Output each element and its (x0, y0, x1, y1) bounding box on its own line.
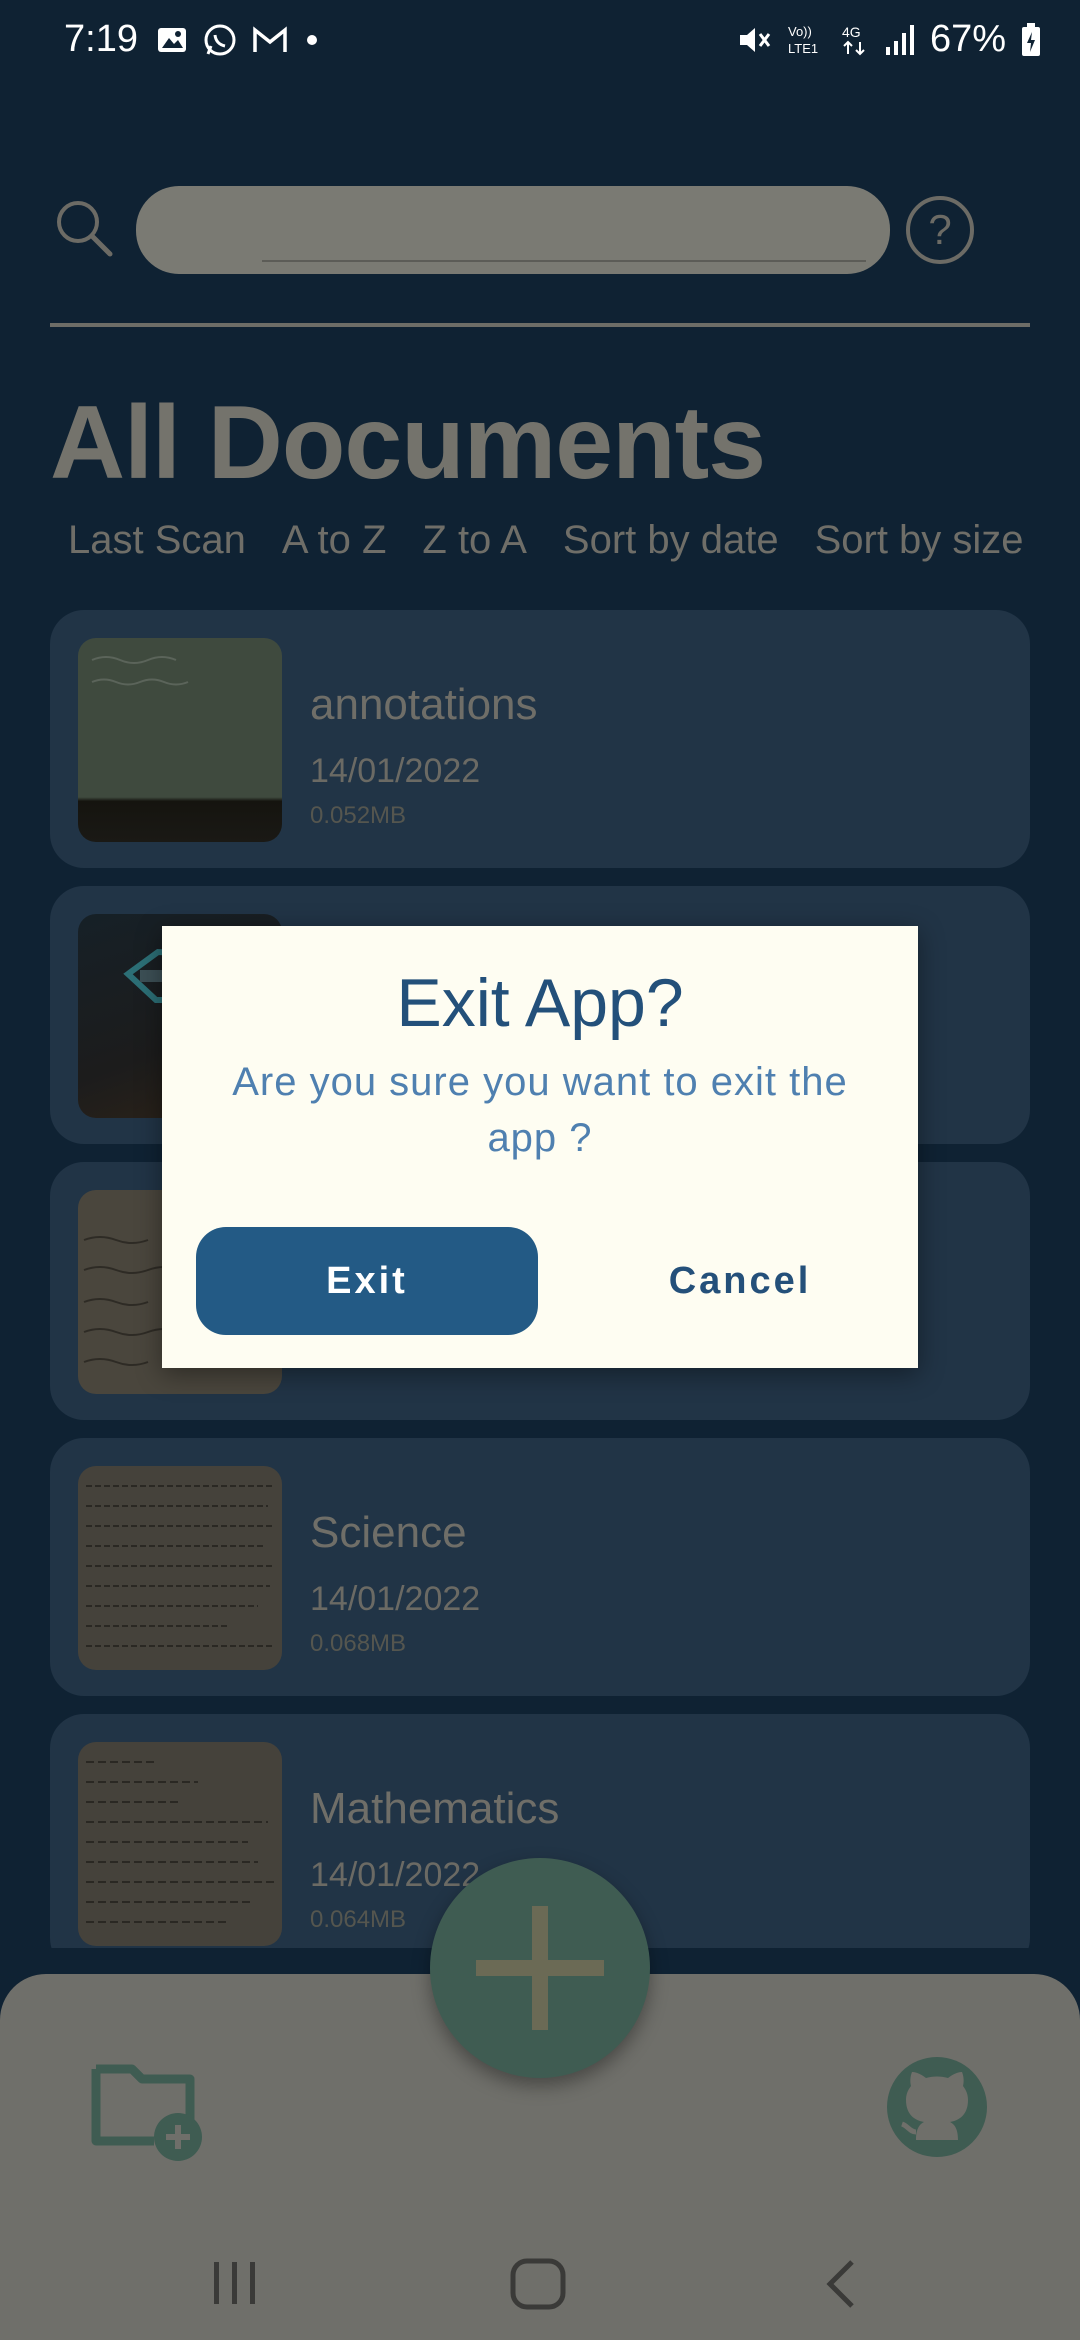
exit-button[interactable]: Exit (196, 1227, 538, 1335)
plus-icon (476, 1906, 604, 2030)
add-document-button[interactable] (430, 1858, 650, 2078)
svg-text:?: ? (928, 206, 951, 253)
help-icon[interactable]: ? (904, 194, 976, 266)
svg-text:LTE1: LTE1 (788, 41, 818, 56)
dialog-title: Exit App? (396, 965, 684, 1041)
document-thumbnail (78, 1742, 282, 1946)
sort-a-to-z[interactable]: A to Z (282, 518, 387, 563)
network-4g-icon: 4G (842, 24, 865, 55)
github-icon[interactable] (882, 2052, 992, 2162)
document-name: annotations (310, 680, 538, 729)
document-size: 0.064MB (310, 1906, 407, 1933)
volte-icon: Vo)) LTE1 (788, 24, 818, 56)
new-folder-icon[interactable] (90, 2055, 210, 2165)
document-date: 14/01/2022 (310, 752, 481, 790)
battery-percent: 67% (929, 18, 1006, 60)
page-title: All Documents (50, 385, 766, 501)
sort-by-size[interactable]: Sort by size (815, 518, 1024, 563)
sort-last-scan[interactable]: Last Scan (68, 518, 246, 563)
document-size: 0.068MB (310, 1630, 407, 1657)
home-icon[interactable] (508, 2256, 568, 2312)
dialog-message: Are you sure you want to exit the app ? (232, 1060, 848, 1160)
mute-icon (739, 27, 771, 52)
document-thumbnail (78, 1466, 282, 1670)
recent-apps-icon[interactable] (210, 2258, 260, 2308)
notification-icons (156, 22, 322, 58)
search-icon[interactable] (52, 196, 116, 260)
sort-bar: Last Scan A to Z Z to A Sort by date Sor… (68, 518, 1024, 563)
svg-text:Vo)): Vo)) (788, 24, 812, 39)
document-card[interactable]: Science 14/01/2022 0.068MB (50, 1438, 1030, 1696)
document-date: 14/01/2022 (310, 1580, 481, 1618)
status-bar: 7:19 Vo)) LTE1 4G 67% (0, 0, 1080, 84)
sort-by-date[interactable]: Sort by date (563, 518, 779, 563)
signal-icon (885, 24, 914, 55)
header-divider (50, 323, 1030, 327)
exit-dialog: Exit App? Are you sure you want to exit … (162, 926, 918, 1368)
search-underline (262, 260, 866, 262)
battery-icon (1022, 22, 1040, 56)
system-navigation-bar (0, 2220, 1080, 2340)
gallery-icon (158, 28, 186, 52)
back-icon[interactable] (820, 2256, 860, 2312)
gmail-icon (253, 26, 287, 52)
system-icons: Vo)) LTE1 4G 67% (736, 18, 1042, 61)
status-time: 7:19 (64, 18, 138, 60)
document-name: Science (310, 1508, 467, 1557)
document-thumbnail (78, 638, 282, 842)
sort-z-to-a[interactable]: Z to A (422, 518, 527, 563)
dot-icon (307, 35, 317, 45)
whatsapp-icon (204, 24, 236, 56)
cancel-button[interactable]: Cancel (602, 1227, 878, 1335)
document-size: 0.052MB (310, 802, 407, 829)
document-card[interactable]: annotations 14/01/2022 0.052MB (50, 610, 1030, 868)
document-name: Mathematics (310, 1784, 560, 1833)
svg-text:4G: 4G (842, 24, 861, 40)
